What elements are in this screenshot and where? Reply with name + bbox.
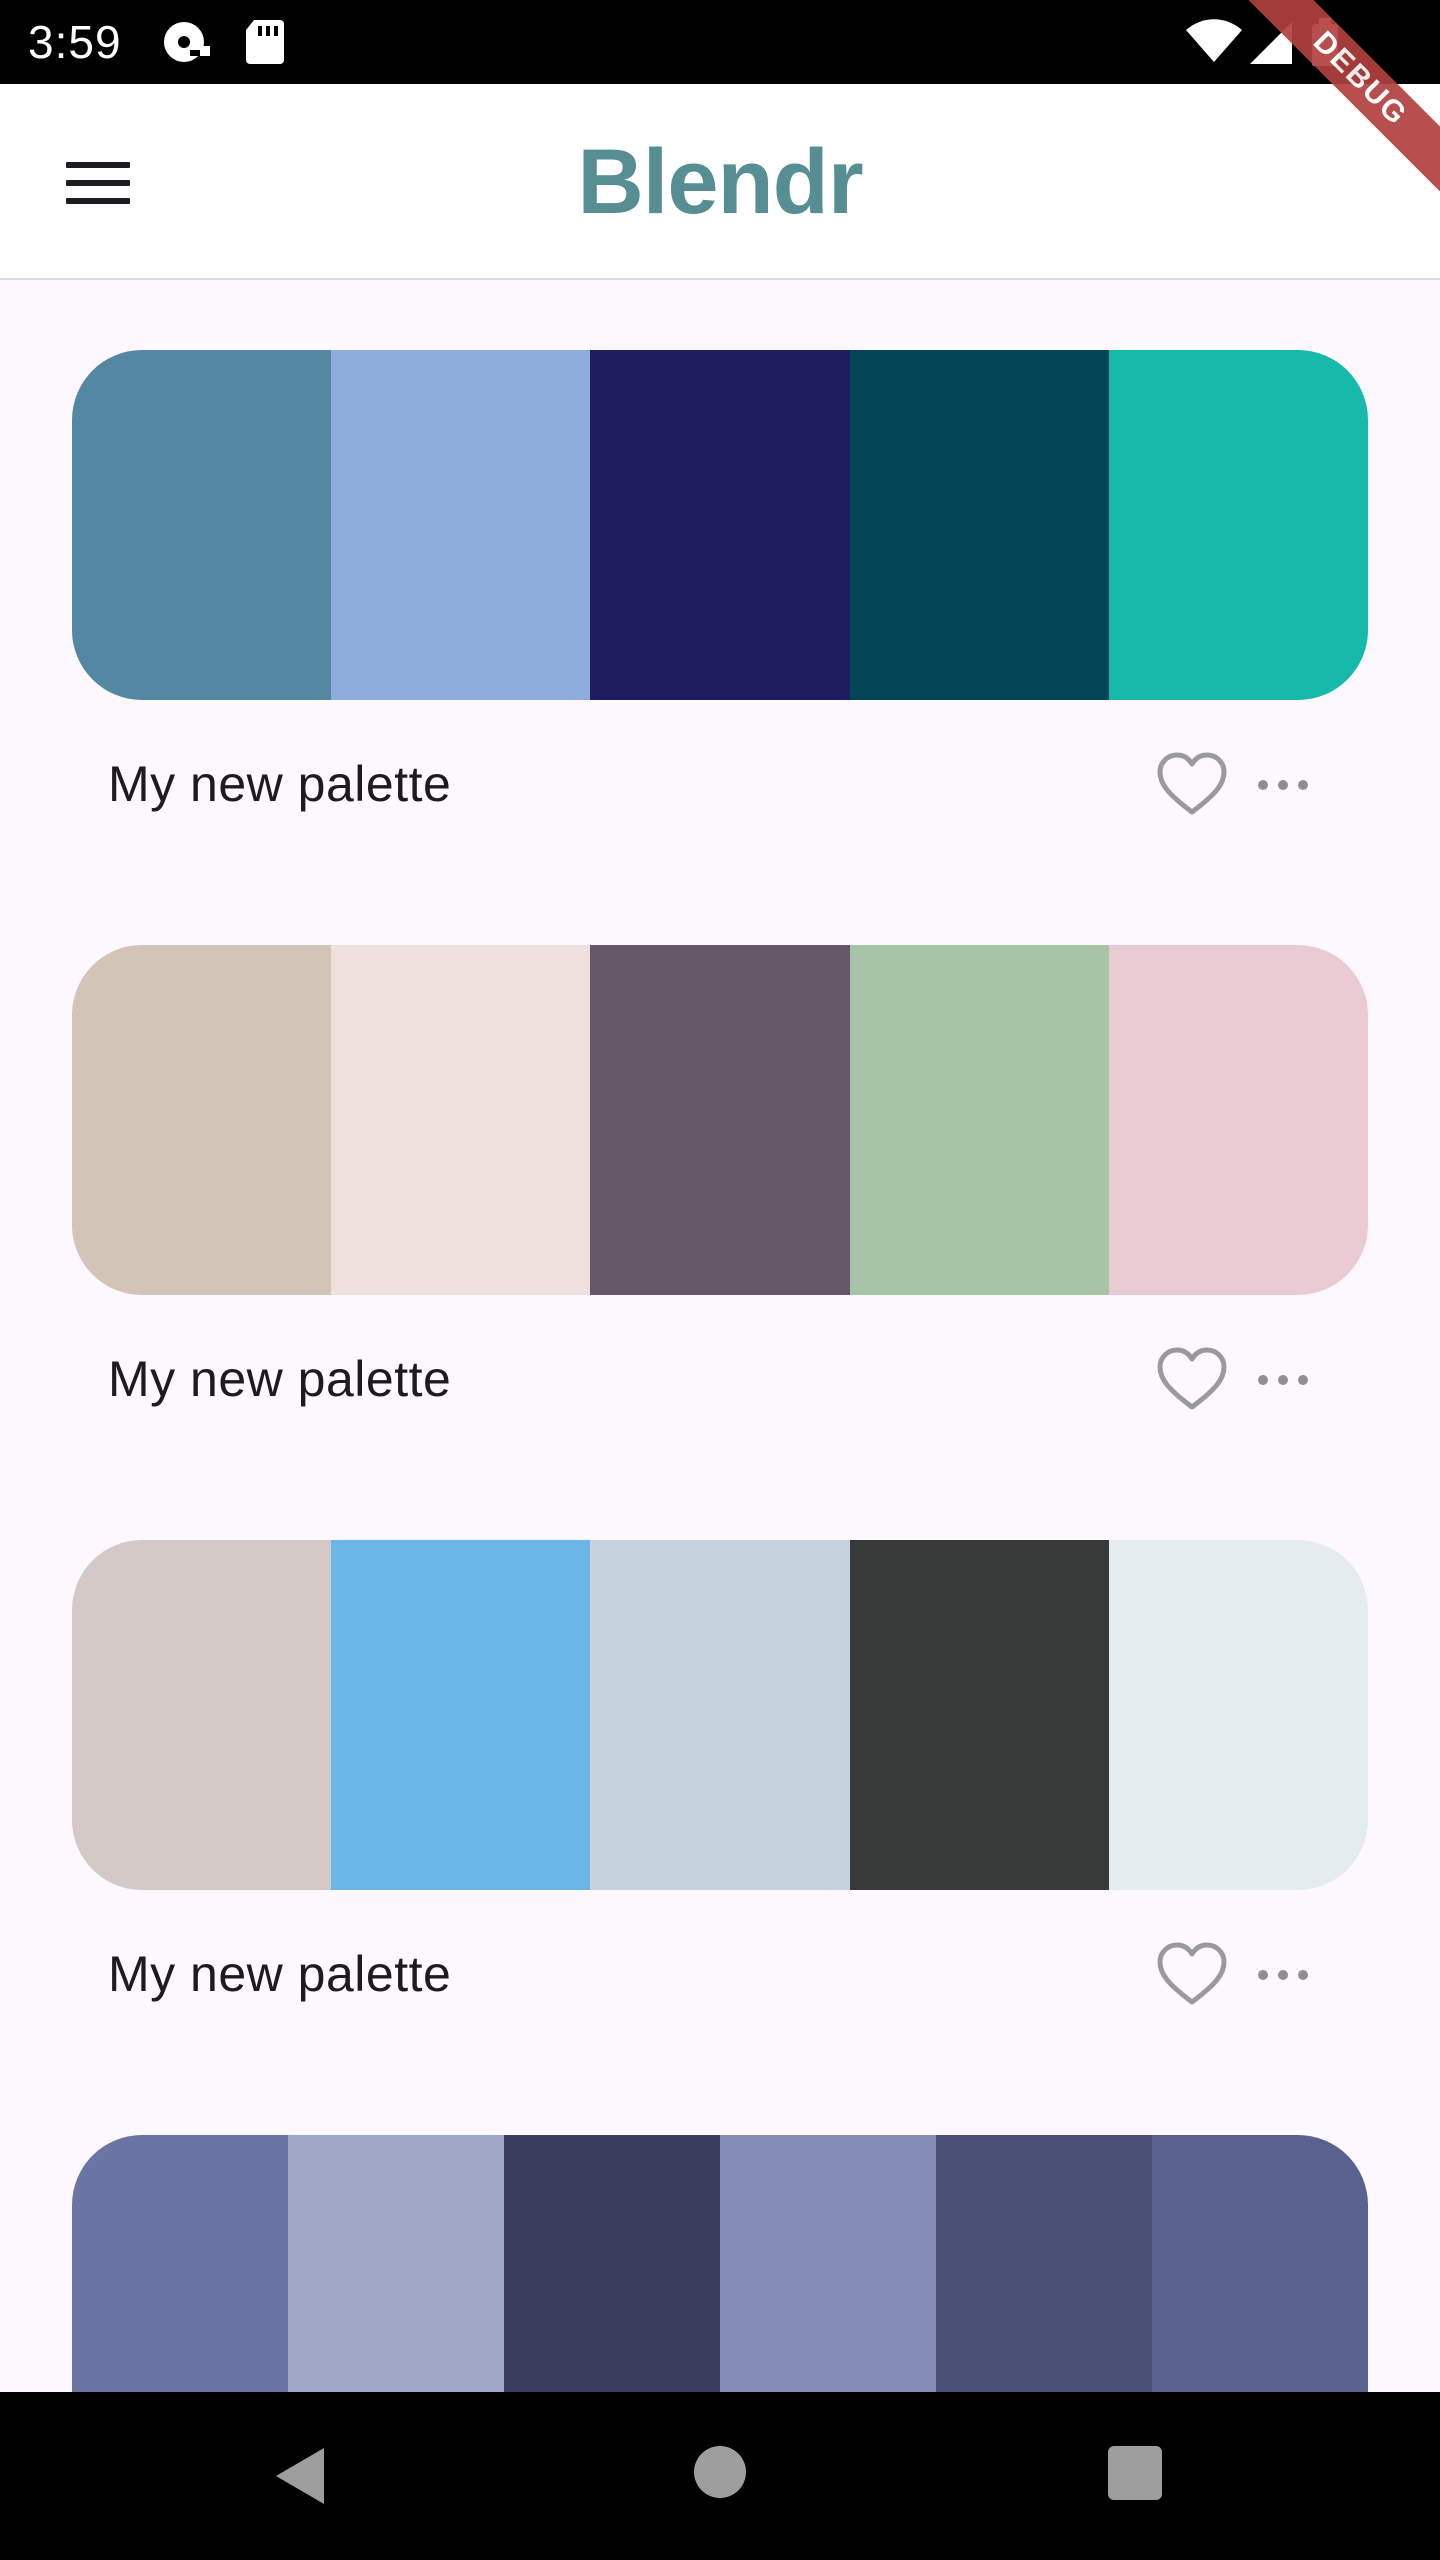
- more-options-button[interactable]: [1254, 1351, 1314, 1407]
- color-swatch[interactable]: [1108, 1540, 1368, 1890]
- color-swatch[interactable]: [331, 350, 591, 700]
- color-swatch[interactable]: [936, 2135, 1152, 2392]
- palette-card[interactable]: My new palette: [72, 1540, 1368, 2005]
- color-swatch[interactable]: [288, 2135, 504, 2392]
- recents-icon[interactable]: [1108, 2446, 1162, 2500]
- sd-card-icon: [246, 20, 284, 64]
- palette-card[interactable]: [72, 2135, 1368, 2392]
- palette-swatches[interactable]: [72, 1540, 1368, 1890]
- back-icon[interactable]: [272, 2444, 328, 2508]
- color-swatch[interactable]: [1152, 2135, 1368, 2392]
- color-swatch[interactable]: [849, 1540, 1109, 1890]
- palette-name: My new palette: [108, 1946, 452, 2002]
- color-swatch[interactable]: [504, 2135, 720, 2392]
- favorite-button[interactable]: [1152, 748, 1232, 820]
- home-icon[interactable]: [694, 2446, 746, 2498]
- heart-outline-icon: [1157, 1942, 1227, 2005]
- color-swatch[interactable]: [72, 945, 332, 1295]
- color-swatch[interactable]: [331, 1540, 591, 1890]
- color-swatch[interactable]: [849, 350, 1109, 700]
- debug-ribbon: DEBUG: [1220, 0, 1440, 220]
- palette-name: My new palette: [108, 756, 452, 812]
- palette-list[interactable]: My new palette My new palette My new pal…: [0, 280, 1440, 2392]
- palette-swatches[interactable]: [72, 2135, 1368, 2392]
- color-swatch[interactable]: [849, 945, 1109, 1295]
- color-swatch[interactable]: [72, 1540, 332, 1890]
- color-swatch[interactable]: [1108, 350, 1368, 700]
- debug-label: DEBUG: [1237, 0, 1440, 202]
- favorite-button[interactable]: [1152, 1938, 1232, 2010]
- color-swatch[interactable]: [72, 2135, 288, 2392]
- color-swatch[interactable]: [331, 945, 591, 1295]
- palette-swatches[interactable]: [72, 350, 1368, 700]
- more-options-button[interactable]: [1254, 1946, 1314, 2002]
- status-time: 3:59: [28, 16, 122, 68]
- status-bar: 3:59 DEBUG: [0, 0, 1440, 202]
- color-swatch[interactable]: [1108, 945, 1368, 1295]
- more-options-button[interactable]: [1254, 756, 1314, 812]
- color-swatch[interactable]: [590, 1540, 850, 1890]
- heart-outline-icon: [1157, 1347, 1227, 1410]
- color-swatch[interactable]: [590, 350, 850, 700]
- system-nav-bar: [0, 2392, 1440, 2560]
- download-icon: [164, 22, 210, 62]
- palette-swatches[interactable]: [72, 945, 1368, 1295]
- color-swatch[interactable]: [720, 2135, 936, 2392]
- favorite-button[interactable]: [1152, 1343, 1232, 1415]
- color-swatch[interactable]: [72, 350, 332, 700]
- palette-name: My new palette: [108, 1351, 452, 1407]
- palette-card[interactable]: My new palette: [72, 350, 1368, 815]
- color-swatch[interactable]: [590, 945, 850, 1295]
- heart-outline-icon: [1157, 752, 1227, 815]
- palette-card[interactable]: My new palette: [72, 945, 1368, 1410]
